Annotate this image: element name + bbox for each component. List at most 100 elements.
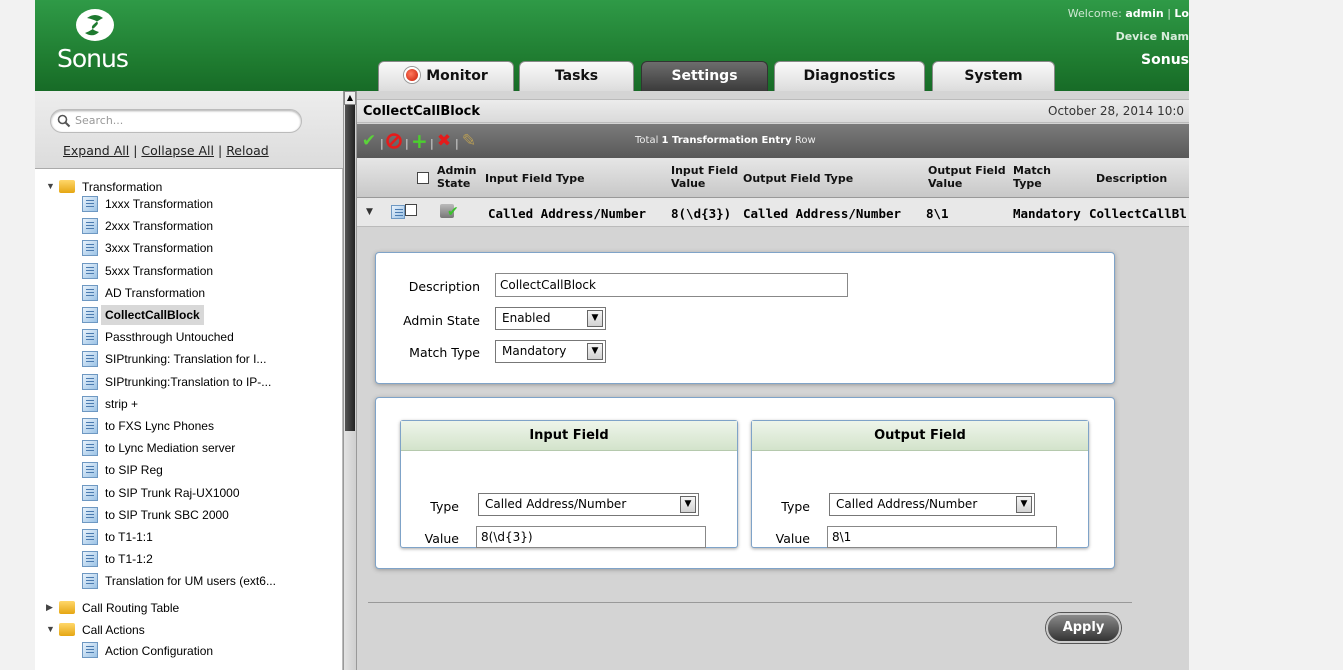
tree-node-transformation-item[interactable]: to Lync Mediation server: [35, 438, 335, 458]
tree-node-transformation-item[interactable]: 3xxx Transformation: [35, 238, 335, 258]
col-output-field-value[interactable]: Output Field Value: [928, 164, 1006, 190]
tree-node-transformation-item[interactable]: Passthrough Untouched: [35, 327, 335, 347]
row-checkbox[interactable]: [405, 204, 417, 216]
tree-node-transformation-item[interactable]: 2xxx Transformation: [35, 216, 335, 236]
expand-arrow-icon[interactable]: ▼: [46, 624, 56, 634]
tree-node-transformation-item[interactable]: 5xxx Transformation: [35, 261, 335, 281]
col-input-field-type[interactable]: Input Field Type: [485, 172, 585, 185]
tree-node-label: 2xxx Transformation: [105, 219, 214, 234]
tree-node-call-actions[interactable]: ▼ Call Actions: [35, 619, 335, 639]
tree-node-label: 3xxx Transformation: [105, 241, 214, 256]
document-icon: [82, 462, 98, 479]
tree-node-label: 1xxx Transformation: [105, 197, 214, 211]
device-name-label: Device Nam: [1115, 30, 1189, 43]
tree-node-transformation[interactable]: ▼ Transformation: [35, 176, 335, 196]
dropdown-arrow-icon[interactable]: ▼: [587, 310, 603, 327]
dropdown-arrow-icon[interactable]: ▼: [680, 496, 696, 513]
tab-monitor[interactable]: Monitor: [378, 61, 514, 91]
tree-node-transformation-item[interactable]: SIPtrunking:Translation to IP-...: [35, 372, 335, 392]
add-icon[interactable]: +: [411, 131, 428, 151]
tree-node-label: Passthrough Untouched: [105, 330, 234, 345]
tree-node-transformation-item[interactable]: to SIP Reg: [35, 460, 335, 480]
cell-match-type: Mandatory: [1013, 206, 1081, 221]
col-match-type[interactable]: Match Type: [1013, 164, 1051, 190]
document-icon: [82, 218, 98, 235]
tree-node-transformation-item[interactable]: 1xxx Transformation: [35, 194, 335, 214]
dropdown-arrow-icon[interactable]: ▼: [1016, 496, 1032, 513]
tree-node-transformation-item[interactable]: SIPtrunking: Translation for I...: [35, 349, 335, 369]
tab-settings[interactable]: Settings: [641, 61, 768, 91]
tree-node-transformation-item[interactable]: strip +: [35, 394, 335, 414]
admin-state-label: Admin State: [403, 313, 480, 328]
match-type-select[interactable]: Mandatory ▼: [495, 340, 606, 363]
document-icon: [82, 642, 98, 658]
toolbar-separator: |: [405, 137, 409, 150]
tree-node-action-configuration[interactable]: Action Configuration: [35, 640, 335, 660]
match-type-value: Mandatory: [502, 344, 567, 358]
scroll-thumb[interactable]: [345, 105, 355, 431]
tree-node-transformation-item[interactable]: to T1-1:2: [35, 549, 335, 569]
total-prefix: Total: [635, 135, 659, 146]
output-type-select[interactable]: Called Address/Number ▼: [829, 493, 1035, 516]
tree-node-transformation-item[interactable]: CollectCallBlock: [35, 305, 335, 325]
expand-all-link[interactable]: Expand All: [63, 143, 129, 158]
folder-icon: [59, 180, 75, 193]
logout-link[interactable]: Lo: [1174, 7, 1189, 20]
match-type-label: Match Type: [409, 345, 480, 360]
reload-link[interactable]: Reload: [226, 143, 269, 158]
sonus-logo-icon: [76, 9, 114, 41]
tree-node-transformation-item[interactable]: to FXS Lync Phones: [35, 416, 335, 436]
sidebar-scrollbar[interactable]: ▲: [343, 91, 357, 670]
tree-node-transformation-item[interactable]: AD Transformation: [35, 283, 335, 303]
admin-state-select[interactable]: Enabled ▼: [495, 307, 606, 330]
cell-description: CollectCallBl: [1089, 206, 1187, 221]
tree-node-transformation-item[interactable]: to T1-1:1: [35, 527, 335, 547]
collapse-all-link[interactable]: Collapse All: [141, 143, 214, 158]
document-icon: [82, 418, 98, 434]
dropdown-arrow-icon[interactable]: ▼: [587, 343, 603, 360]
col-input-field-value[interactable]: Input Field Value: [671, 164, 738, 190]
output-value-field[interactable]: 8\1: [827, 526, 1057, 548]
document-icon: [82, 196, 98, 212]
disable-icon[interactable]: [386, 133, 402, 149]
col-admin-state[interactable]: Admin State: [437, 164, 476, 190]
search-input[interactable]: Search...: [50, 109, 302, 133]
output-field-title: Output Field: [752, 421, 1088, 451]
tab-system[interactable]: System: [932, 61, 1055, 91]
input-value-field[interactable]: 8(\d{3}): [476, 526, 706, 548]
tree-node-call-routing-table[interactable]: ▶ Call Routing Table: [35, 597, 335, 617]
expand-arrow-icon[interactable]: ▼: [46, 181, 56, 191]
edit-icon[interactable]: ✎: [461, 133, 477, 150]
select-all-checkbox[interactable]: [417, 172, 429, 184]
header: Sonus Welcome: admin | Lo Device Nam Son…: [35, 0, 1189, 91]
collapse-arrow-icon[interactable]: ▶: [46, 602, 56, 612]
tab-diagnostics[interactable]: Diagnostics: [774, 61, 925, 91]
tab-tasks-label: Tasks: [554, 68, 599, 84]
col-output-field-type[interactable]: Output Field Type: [743, 172, 853, 185]
col-description[interactable]: Description: [1096, 172, 1167, 185]
tree-node-transformation-item[interactable]: Translation for UM users (ext6...: [35, 571, 335, 591]
tree-node-label: SIPtrunking: Translation for I...: [105, 352, 267, 367]
tree-node-label: CollectCallBlock: [101, 305, 204, 325]
tab-tasks[interactable]: Tasks: [519, 61, 634, 91]
description-field[interactable]: CollectCallBlock: [495, 273, 848, 297]
table-row[interactable]: ▼ ✔ Called Address/Number 8(\d{3}) Calle…: [357, 198, 1189, 227]
tree-node-transformation-item[interactable]: to SIP Trunk Raj-UX1000: [35, 483, 335, 503]
check-icon[interactable]: ✔: [361, 133, 377, 150]
tree-node-transformation-item[interactable]: to SIP Trunk SBC 2000: [35, 505, 335, 525]
cell-output-field-value: 8\1: [926, 206, 949, 221]
tree-node-label: Action Configuration: [105, 644, 214, 658]
scroll-up-icon[interactable]: ▲: [344, 91, 356, 105]
cell-output-field-type: Called Address/Number: [743, 206, 902, 221]
tree-node-label: to T1-1:2: [105, 552, 153, 567]
input-type-select[interactable]: Called Address/Number ▼: [478, 493, 699, 516]
tab-diagnostics-label: Diagnostics: [803, 68, 896, 84]
date-display: October 28, 2014 10:0: [1048, 104, 1185, 118]
delete-icon[interactable]: ✖: [436, 133, 452, 150]
output-type-label: Type: [781, 499, 810, 514]
apply-button[interactable]: Apply: [1046, 613, 1121, 643]
row-expand-arrow-icon[interactable]: ▼: [366, 207, 373, 217]
document-icon: [82, 573, 98, 590]
col-admin-state-line2: State: [437, 177, 471, 190]
description-label: Description: [408, 279, 480, 294]
